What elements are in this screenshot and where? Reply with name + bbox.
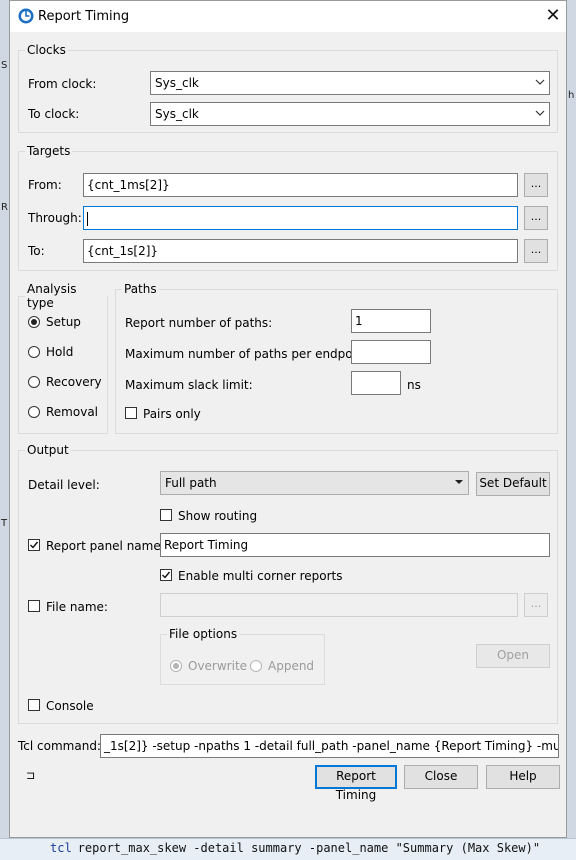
background-fragment: T — [1, 518, 8, 529]
background-fragment: R — [1, 202, 8, 213]
background-window-left — [0, 0, 9, 859]
multi-corner-checkbox[interactable] — [160, 569, 172, 581]
close-button[interactable]: Close — [404, 765, 478, 789]
append-label: Append — [268, 659, 315, 673]
file-name-checkbox[interactable] — [28, 600, 40, 612]
background-window-right — [566, 0, 576, 859]
detail-level-value: Full path — [165, 476, 217, 490]
through-browse-button[interactable]: ... — [524, 206, 548, 230]
from-clock-select[interactable]: Sys_clk — [150, 71, 550, 95]
tcl-command-label: Tcl command: — [18, 739, 101, 753]
paths-legend: Paths — [124, 282, 157, 296]
file-options-group: File options — [160, 627, 325, 685]
dropdown-arrow-icon — [455, 480, 463, 484]
detail-level-select[interactable]: Full path — [160, 471, 469, 495]
background-console-line: tcl report_max_skew -detail summary -pane… — [50, 841, 540, 855]
recovery-label: Recovery — [46, 375, 102, 389]
analysis-type-legend: Analysis type — [27, 282, 77, 310]
removal-label: Removal — [46, 405, 99, 419]
to-input[interactable]: {cnt_1s[2]} — [83, 239, 518, 263]
report-panel-label: Report panel name: — [46, 539, 165, 553]
file-name-label: File name: — [46, 600, 108, 614]
console-label: Console — [46, 699, 94, 713]
background-fragment: h — [568, 90, 575, 101]
to-browse-button[interactable]: ... — [524, 239, 548, 263]
max-slack-input[interactable] — [351, 371, 401, 395]
recovery-radio[interactable] — [28, 376, 40, 388]
from-label: From: — [28, 178, 62, 192]
file-name-browse-button[interactable]: ... — [524, 593, 548, 617]
max-per-endpoint-input[interactable] — [351, 340, 431, 364]
show-routing-checkbox[interactable] — [160, 509, 172, 521]
text-caret — [87, 211, 88, 226]
to-clock-value: Sys_clk — [155, 107, 199, 121]
through-input[interactable] — [83, 206, 518, 230]
open-button[interactable]: Open — [476, 644, 550, 668]
checkmark-icon — [30, 541, 39, 549]
to-clock-select[interactable]: Sys_clk — [150, 102, 550, 126]
app-logo-icon — [18, 8, 34, 24]
pin-icon[interactable]: ⊐ — [26, 769, 35, 782]
output-legend: Output — [27, 443, 69, 457]
title-bar[interactable]: Report Timing ✕ — [10, 1, 566, 32]
overwrite-radio[interactable] — [170, 660, 182, 672]
multi-corner-label: Enable multi corner reports — [178, 569, 343, 583]
from-clock-label: From clock: — [28, 77, 97, 91]
report-number-label: Report number of paths: — [125, 316, 273, 330]
file-name-input[interactable] — [160, 593, 518, 617]
pairs-only-label: Pairs only — [143, 407, 201, 421]
from-clock-value: Sys_clk — [155, 76, 199, 90]
report-timing-button[interactable]: Report Timing — [315, 765, 397, 802]
hold-radio[interactable] — [28, 346, 40, 358]
pairs-only-checkbox[interactable] — [125, 407, 137, 419]
set-default-button[interactable]: Set Default — [476, 472, 550, 496]
report-panel-input[interactable]: Report Timing — [160, 533, 550, 557]
console-checkbox[interactable] — [28, 699, 40, 711]
setup-label: Setup — [46, 315, 81, 329]
removal-radio[interactable] — [28, 406, 40, 418]
setup-radio[interactable] — [28, 316, 40, 328]
report-timing-dialog: Report Timing ✕ Clocks From clock: Sys_c… — [9, 0, 567, 838]
targets-legend: Targets — [27, 144, 71, 158]
through-label: Through: — [28, 211, 82, 225]
console-text: report_max_skew -detail summary -panel_n… — [77, 841, 541, 855]
append-radio[interactable] — [250, 660, 262, 672]
tcl-command-input[interactable]: _1s[2]} -setup -npaths 1 -detail full_pa… — [100, 734, 559, 758]
overwrite-label: Overwrite — [188, 659, 248, 673]
tcl-keyword: tcl — [50, 841, 72, 855]
from-input[interactable]: {cnt_1ms[2]} — [83, 173, 518, 197]
help-button[interactable]: Help — [486, 765, 560, 789]
file-options-legend: File options — [169, 627, 238, 641]
to-clock-label: To clock: — [28, 107, 80, 121]
detail-level-label: Detail level: — [28, 478, 100, 492]
report-number-input[interactable]: 1 — [351, 309, 431, 333]
chevron-down-icon — [535, 110, 545, 116]
background-fragment: S — [1, 60, 8, 71]
checkmark-icon — [162, 571, 171, 579]
slack-unit-label: ns — [407, 378, 421, 392]
close-icon[interactable]: ✕ — [542, 5, 564, 27]
max-slack-label: Maximum slack limit: — [125, 378, 253, 392]
max-per-endpoint-label: Maximum number of paths per endpoint: — [125, 347, 373, 361]
hold-label: Hold — [46, 345, 74, 359]
to-label: To: — [28, 244, 45, 258]
report-panel-checkbox[interactable] — [28, 539, 40, 551]
dialog-title: Report Timing — [38, 9, 130, 24]
from-browse-button[interactable]: ... — [524, 173, 548, 197]
chevron-down-icon — [535, 79, 545, 85]
clocks-legend: Clocks — [27, 43, 66, 57]
show-routing-label: Show routing — [178, 509, 258, 523]
